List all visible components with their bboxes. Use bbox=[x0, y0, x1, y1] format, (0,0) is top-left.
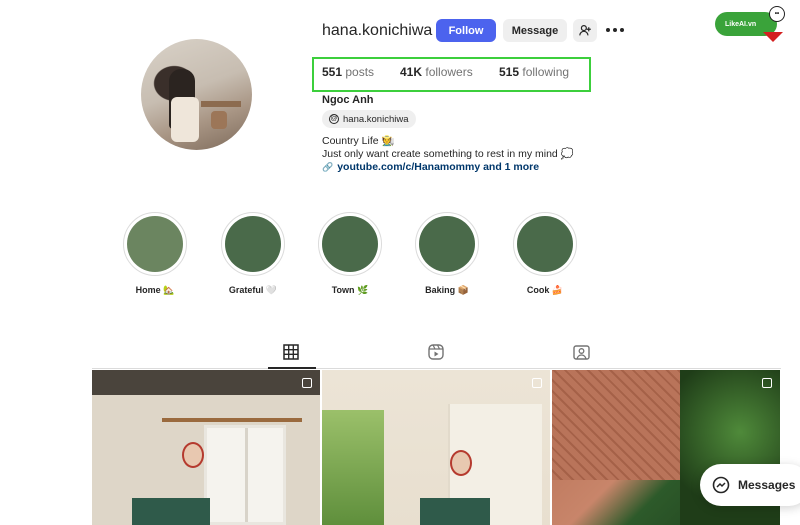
threads-badge[interactable]: @ hana.konichiwa bbox=[322, 110, 416, 128]
profile-link[interactable]: 🔗 youtube.com/c/Hanamommy and 1 more bbox=[322, 161, 539, 173]
profile-full-name: Ngoc Anh bbox=[322, 94, 374, 106]
pointer-icon bbox=[763, 32, 783, 42]
messages-button[interactable]: Messages bbox=[700, 464, 800, 506]
highlight-label: Home 🏡 bbox=[135, 285, 175, 295]
profile-username: hana.konichiwa bbox=[322, 22, 433, 39]
avatar-jar bbox=[211, 111, 227, 129]
multi-photo-icon bbox=[762, 378, 772, 388]
tab-reels[interactable] bbox=[428, 344, 448, 362]
bio-line: Just only want create something to rest … bbox=[322, 148, 574, 160]
posts-label: posts bbox=[345, 65, 375, 79]
highlight-cover bbox=[517, 216, 573, 272]
highlight-label: Town 🌿 bbox=[331, 285, 369, 295]
stat-followers[interactable]: 41K followers bbox=[400, 65, 473, 79]
threads-handle: hana.konichiwa bbox=[343, 113, 409, 125]
highlight-label: Cook 🍰 bbox=[526, 285, 564, 295]
reels-icon bbox=[428, 344, 444, 360]
avatar-dress bbox=[171, 97, 199, 142]
highlight-grateful[interactable]: Grateful 🤍 bbox=[220, 212, 286, 296]
grid-icon bbox=[283, 344, 299, 360]
highlight-cover bbox=[322, 216, 378, 272]
highlight-cover bbox=[127, 216, 183, 272]
profile-link-text: youtube.com/c/Hanamommy and 1 more bbox=[337, 161, 540, 173]
highlight-cook[interactable]: Cook 🍰 bbox=[512, 212, 578, 296]
highlight-cover bbox=[419, 216, 475, 272]
post-thumbnail[interactable] bbox=[322, 370, 550, 525]
tab-posts[interactable] bbox=[283, 344, 303, 362]
messages-label: Messages bbox=[738, 478, 796, 492]
watermark-logo: LikeAI.vn •• bbox=[715, 6, 785, 42]
profile-avatar[interactable] bbox=[141, 39, 252, 150]
add-user-button[interactable] bbox=[573, 19, 597, 42]
messenger-icon bbox=[712, 476, 730, 494]
post-thumbnail[interactable] bbox=[92, 370, 320, 525]
add-user-icon bbox=[578, 25, 591, 36]
posts-count: 551 bbox=[322, 65, 343, 79]
highlight-town[interactable]: Town 🌿 bbox=[317, 212, 383, 296]
highlight-baking[interactable]: Baking 📦 bbox=[414, 212, 480, 296]
more-options-icon[interactable] bbox=[606, 22, 624, 38]
stat-following[interactable]: 515 following bbox=[499, 65, 569, 79]
tagged-icon bbox=[573, 345, 590, 360]
multi-photo-icon bbox=[532, 378, 542, 388]
stat-posts: 551 posts bbox=[322, 65, 374, 79]
following-label: following bbox=[522, 65, 570, 79]
highlight-label: Baking 📦 bbox=[425, 285, 469, 295]
highlight-label: Grateful 🤍 bbox=[228, 285, 278, 295]
avatar-shelf bbox=[201, 101, 241, 107]
highlight-home[interactable]: Home 🏡 bbox=[122, 212, 188, 296]
message-button[interactable]: Message bbox=[503, 19, 567, 42]
active-tab-indicator bbox=[268, 367, 316, 369]
threads-icon: @ bbox=[329, 114, 339, 124]
multi-photo-icon bbox=[302, 378, 312, 388]
link-icon: 🔗 bbox=[322, 161, 334, 172]
tabs-divider bbox=[92, 368, 781, 369]
watermark-text: LikeAI.vn bbox=[725, 20, 757, 28]
following-count: 515 bbox=[499, 65, 520, 79]
bio-line: Country Life 🧑‍🌾 bbox=[322, 135, 395, 147]
followers-label: followers bbox=[425, 65, 473, 79]
highlight-cover bbox=[225, 216, 281, 272]
smiley-icon: •• bbox=[769, 6, 785, 22]
follow-button[interactable]: Follow bbox=[436, 19, 496, 42]
followers-count: 41K bbox=[400, 65, 423, 79]
tab-tagged[interactable] bbox=[573, 344, 593, 362]
